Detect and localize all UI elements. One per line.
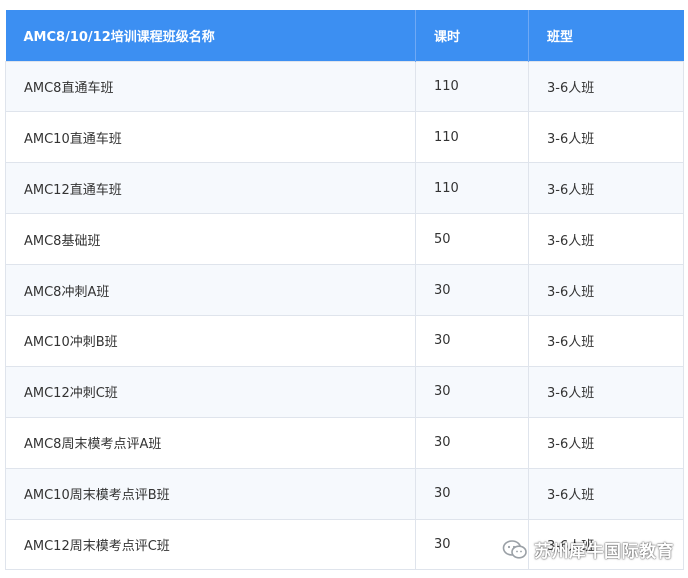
table-header-row: AMC8/10/12培训课程班级名称 课时 班型: [5, 10, 684, 61]
cell-course-name: AMC8冲刺A班: [5, 264, 416, 316]
table-row: AMC10冲刺B班 30 3-6人班: [5, 314, 684, 367]
header-hours: 课时: [415, 10, 529, 61]
table-row: AMC10周末模考点评B班 30 3-6人班: [5, 467, 684, 520]
cell-course-name: AMC10周末模考点评B班: [5, 467, 416, 520]
cell-hours: 50: [415, 213, 529, 266]
cell-class-type: 3-6人班: [528, 365, 684, 418]
wechat-icon: [502, 539, 528, 561]
cell-course-name: AMC8直通车班: [5, 60, 416, 113]
cell-hours: 30: [415, 365, 529, 418]
header-class-type: 班型: [528, 10, 684, 61]
cell-class-type: 3-6人班: [528, 162, 684, 215]
cell-hours: 30: [415, 314, 529, 367]
course-table-container: AMC8/10/12培训课程班级名称 课时 班型 AMC8直通车班 110 3-…: [5, 10, 684, 571]
table-row: AMC12冲刺C班 30 3-6人班: [5, 365, 684, 418]
table-row: AMC12直通车班 110 3-6人班: [5, 162, 684, 215]
table-row: AMC8基础班 50 3-6人班: [5, 213, 684, 266]
cell-hours: 110: [415, 111, 529, 164]
cell-course-name: AMC12直通车班: [5, 162, 416, 215]
cell-class-type: 3-6人班: [528, 60, 684, 113]
cell-course-name: AMC12周末模考点评C班: [5, 518, 416, 571]
table-row: AMC8周末模考点评A班 30 3-6人班: [5, 416, 684, 469]
table-row: AMC8冲刺A班 30 3-6人班: [5, 264, 684, 316]
cell-class-type: 3-6人班: [528, 314, 684, 367]
cell-hours: 30: [415, 416, 529, 469]
header-course-name: AMC8/10/12培训课程班级名称: [5, 10, 416, 61]
cell-course-name: AMC8基础班: [5, 213, 416, 266]
watermark-text: 苏州犀牛国际教育: [534, 542, 674, 562]
cell-course-name: AMC10直通车班: [5, 111, 416, 164]
watermark: 苏州犀牛国际教育: [502, 537, 674, 562]
cell-class-type: 3-6人班: [528, 416, 684, 469]
cell-class-type: 3-6人班: [528, 264, 684, 316]
table-row: AMC8直通车班 110 3-6人班: [5, 60, 684, 113]
cell-class-type: 3-6人班: [528, 467, 684, 520]
cell-course-name: AMC10冲刺B班: [5, 314, 416, 367]
cell-hours: 110: [415, 60, 529, 113]
cell-class-type: 3-6人班: [528, 213, 684, 266]
table-row: AMC10直通车班 110 3-6人班: [5, 111, 684, 164]
cell-course-name: AMC12冲刺C班: [5, 365, 416, 418]
cell-class-type: 3-6人班: [528, 111, 684, 164]
cell-hours: 30: [415, 264, 529, 316]
cell-course-name: AMC8周末模考点评A班: [5, 416, 416, 469]
cell-hours: 30: [415, 467, 529, 520]
course-table: AMC8/10/12培训课程班级名称 课时 班型 AMC8直通车班 110 3-…: [5, 10, 684, 571]
cell-hours: 110: [415, 162, 529, 215]
